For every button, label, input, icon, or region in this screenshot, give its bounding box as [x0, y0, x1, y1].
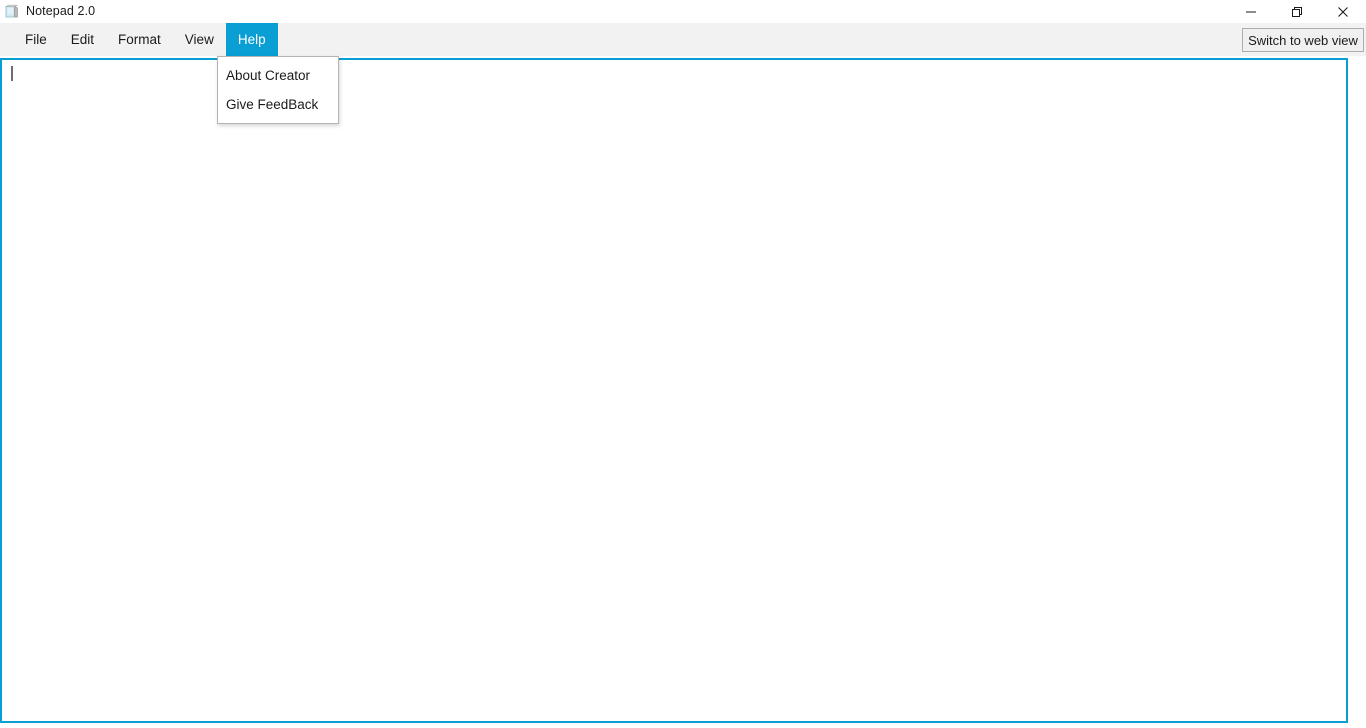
window-controls	[1228, 0, 1366, 23]
restore-icon	[1291, 6, 1303, 18]
switch-to-web-view-button[interactable]: Switch to web view	[1242, 28, 1364, 52]
window-title: Notepad 2.0	[26, 4, 96, 19]
menu-item-edit[interactable]: Edit	[59, 23, 106, 56]
text-caret	[11, 66, 13, 81]
title-bar: Notepad 2.0	[0, 0, 1366, 23]
minimize-button[interactable]	[1228, 0, 1274, 23]
minimize-icon	[1245, 6, 1257, 18]
help-menu-item-about-creator-label: About Creator	[226, 68, 311, 83]
menu-item-format-label: Format	[118, 32, 161, 47]
close-icon	[1337, 6, 1349, 18]
menu-bar-items: File Edit Format View Help	[13, 23, 278, 56]
menu-item-help[interactable]: Help	[225, 23, 278, 56]
menu-item-file-label: File	[25, 32, 47, 47]
help-menu-item-give-feedback-label: Give FeedBack	[226, 97, 319, 112]
restore-button[interactable]	[1274, 0, 1320, 23]
menu-item-help-label: Help	[237, 32, 266, 47]
close-button[interactable]	[1320, 0, 1366, 23]
menu-item-file[interactable]: File	[13, 23, 59, 56]
title-bar-left: Notepad 2.0	[4, 0, 95, 23]
help-dropdown-menu: About Creator Give FeedBack	[217, 56, 339, 124]
switch-to-web-view-label: Switch to web view	[1248, 32, 1358, 48]
menu-item-format[interactable]: Format	[106, 23, 173, 56]
menu-item-view-label: View	[184, 32, 214, 47]
editor-container	[0, 58, 1348, 723]
menu-bar: File Edit Format View Help Switch to web…	[0, 23, 1366, 56]
menu-item-edit-label: Edit	[70, 32, 95, 47]
text-editor-input[interactable]	[2, 60, 1346, 721]
help-menu-item-give-feedback[interactable]: Give FeedBack	[218, 90, 338, 119]
notepad-icon	[4, 4, 20, 20]
help-menu-item-about-creator[interactable]: About Creator	[218, 61, 338, 90]
notepad-window: Notepad 2.0 File Edit Format View Help S…	[0, 0, 1366, 728]
menu-item-view[interactable]: View	[173, 23, 226, 56]
